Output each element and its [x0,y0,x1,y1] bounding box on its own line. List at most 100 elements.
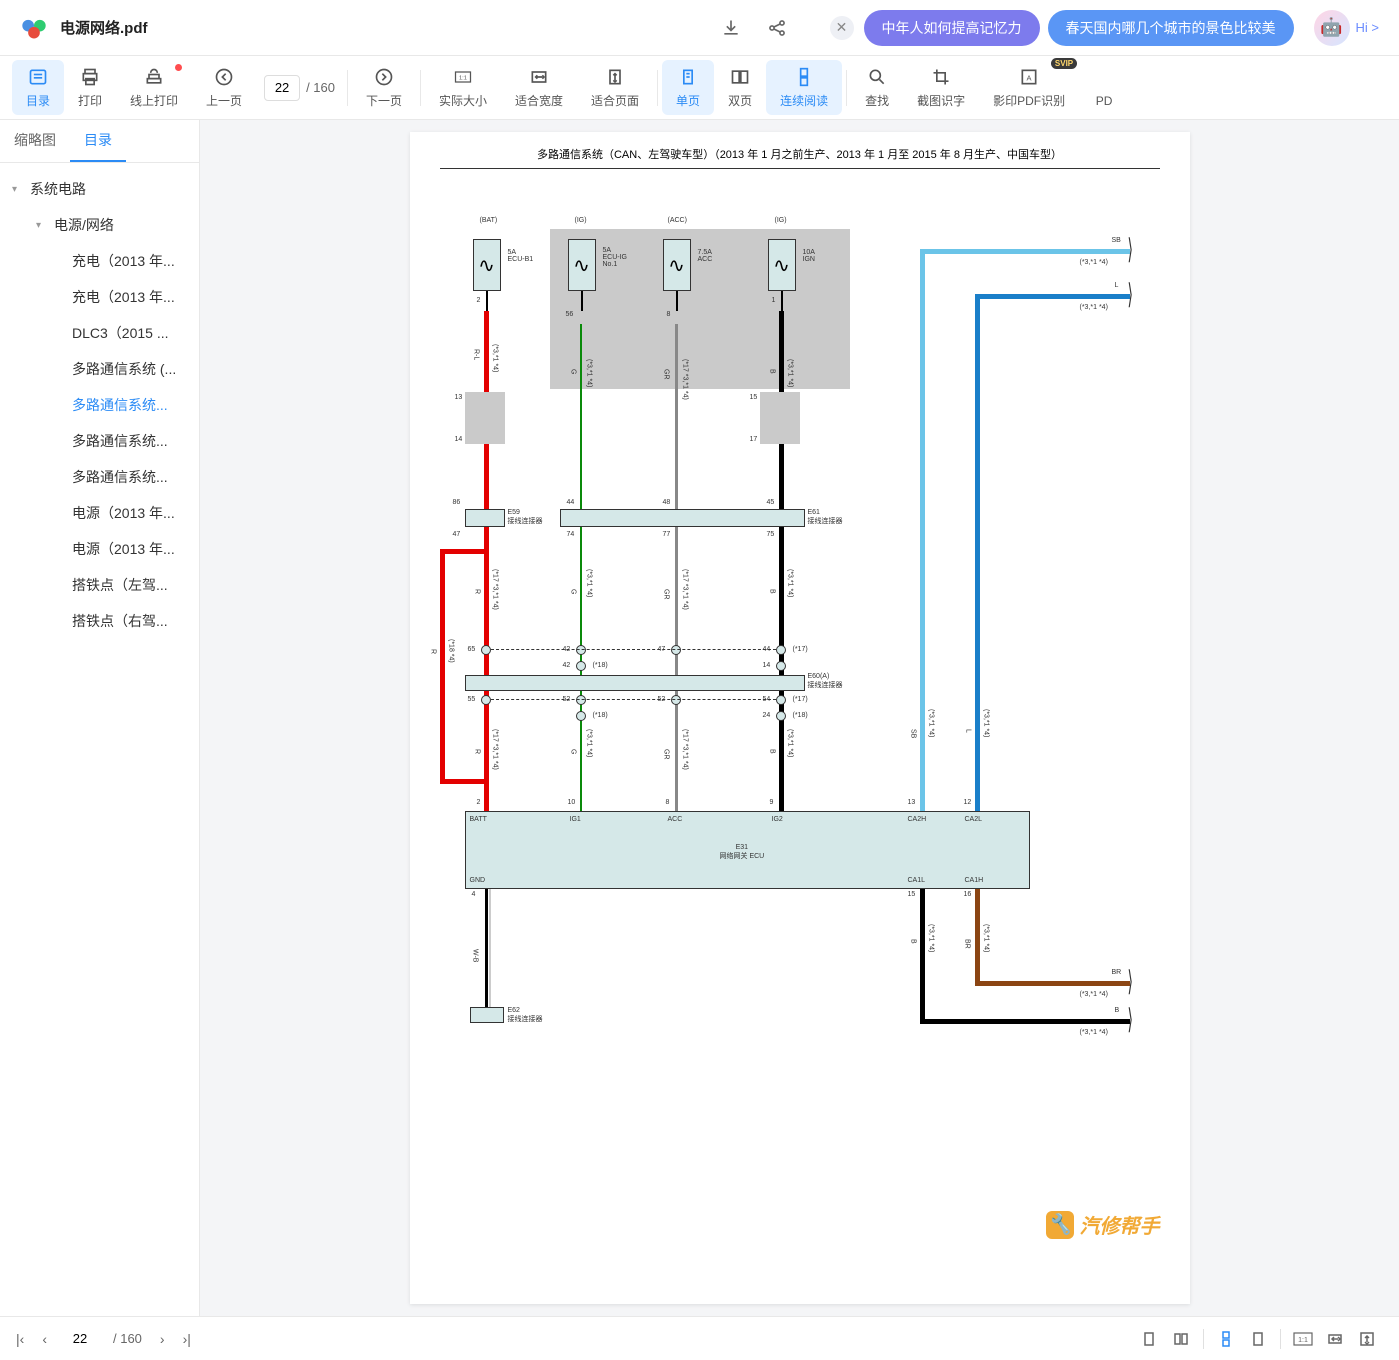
search-icon [866,66,888,88]
view-single-icon[interactable] [1135,1325,1163,1353]
pin-77: 77 [663,531,671,538]
crop-icon [930,66,952,88]
tool-print[interactable]: 打印 [64,60,116,115]
print-icon [79,66,101,88]
tree-item-6[interactable]: 多路通信系统... [0,387,199,423]
ad-pill-1[interactable]: 中年人如何提高记忆力 [864,10,1040,46]
tool-continuous[interactable]: 连续阅读 [766,60,842,115]
tool-ocr[interactable]: A 影印PDF识别SVIP [979,60,1079,115]
tree-item-5[interactable]: 多路通信系统 (... [0,351,199,387]
tool-label: PD [1096,94,1113,108]
tree-item-2[interactable]: 充电（2013 年... [0,243,199,279]
pin-14b: 14 [763,662,771,669]
svg-text:1:1: 1:1 [459,76,467,82]
ecu-pin-ig2: IG2 [772,816,783,823]
tree-item-1[interactable]: ▾电源/网络 [0,207,199,243]
tool-next[interactable]: 下一页 [352,60,416,115]
view-mode4-icon[interactable] [1244,1325,1272,1353]
tool-more[interactable]: PD [1079,62,1129,114]
tree-item-7[interactable]: 多路通信系统... [0,423,199,459]
sidebar-tab-0[interactable]: 缩略图 [0,120,70,162]
download-icon[interactable] [720,17,742,39]
tree-item-10[interactable]: 电源（2013 年... [0,531,199,567]
wire-black-1 [779,311,784,811]
first-page-button[interactable]: |‹ [16,1331,24,1347]
wire-ref-b3: (*3,*1 *4) [787,729,794,757]
pin-56: 56 [566,311,574,318]
wire-ref-gr2: (*17 *3,*1 *4) [682,569,689,610]
tree-item-4[interactable]: DLC3（2015 ... [0,315,199,351]
view-fit-icon[interactable] [1321,1325,1349,1353]
tool-label: 适合页面 [591,92,639,109]
cloud-print-icon [143,66,165,88]
footer-page-current[interactable]: 22 [65,1331,95,1346]
pin-86: 86 [453,499,461,506]
tool-prev[interactable]: 上一页 [192,60,256,115]
tool-fit-width[interactable]: 适合宽度 [501,60,577,115]
connector-br-out: ⟩ [1128,965,1133,999]
hi-badge[interactable]: Hi > [1356,20,1379,35]
prev-page-button[interactable]: ‹ [42,1331,47,1347]
pin-13: 13 [455,394,463,401]
wire-label-gr2: GR [663,589,670,600]
tool-cloud-print[interactable]: 线上打印 [116,60,192,115]
share-icon[interactable] [766,17,788,39]
view-continuous-icon[interactable] [1212,1325,1240,1353]
user-avatar[interactable]: 🤖 [1314,10,1350,46]
chevron-down-icon: ▾ [12,184,24,195]
tree-item-11[interactable]: 搭铁点（左驾... [0,567,199,603]
power-label-acc: (ACC) [668,217,687,224]
connector-e61 [560,509,805,527]
view-fit2-icon[interactable] [1353,1325,1381,1353]
wire-ref-1: (*3,*1 *4) [492,344,499,372]
next-page-button[interactable]: › [160,1331,165,1347]
label-e61: E61 接线连接器 [808,509,843,526]
app-logo [20,14,48,42]
tree-item-3[interactable]: 充电（2013 年... [0,279,199,315]
fuse-label-4: 10A IGN [803,249,815,263]
ecu-name: E31 网络网关 ECU [720,844,765,861]
tool-search[interactable]: 查找 [851,60,903,115]
tool-toc[interactable]: 目录 [12,60,64,115]
wire-label-b: B [769,369,776,374]
tool-single[interactable]: 单页 [662,60,714,115]
label-e60: E60(A) 接线连接器 [808,673,843,690]
ad-close-button[interactable]: ✕ [830,16,854,40]
ecu-pin-ca1l: CA1L [908,877,926,884]
pin-8b: 8 [666,799,670,806]
tree-item-9[interactable]: 电源（2013 年... [0,495,199,531]
fuse-box-acc: ∿ [663,239,691,291]
page-number-input[interactable] [264,75,300,101]
tree-item-0[interactable]: ▾系统电路 [0,171,199,207]
ad-pill-2[interactable]: 春天国内哪几个城市的景色比较美 [1048,10,1294,46]
footer-bar: |‹ ‹ 22 / 160 › ›| 1:1 [0,1316,1399,1360]
pin-4: 4 [472,891,476,898]
tool-fit-page[interactable]: 适合页面 [577,60,653,115]
fuse-box-ig2: ∿ [768,239,796,291]
svg-text:1:1: 1:1 [1298,1337,1308,1344]
pin-48: 48 [663,499,671,506]
last-page-button[interactable]: ›| [183,1331,191,1347]
wire-ref-4: (*3,*1 *4) [787,359,794,387]
connector-e60 [465,675,805,691]
tool-label: 下一页 [366,92,402,109]
pdf-viewer[interactable]: 多路通信系统（CAN、左驾驶车型）（2013 年 1 月之前生产、2013 年 … [200,120,1399,1316]
power-label-bat: (BAT) [480,217,498,224]
tool-crop[interactable]: 截图识字 [903,60,979,115]
wire-label-gr: GR [663,369,670,380]
view-1to1-icon[interactable]: 1:1 [1289,1325,1317,1353]
tree-item-12[interactable]: 搭铁点（右驾... [0,603,199,639]
tool-double[interactable]: 双页 [714,60,766,115]
tree-item-8[interactable]: 多路通信系统... [0,459,199,495]
sidebar-tab-1[interactable]: 目录 [70,120,126,162]
view-double-icon[interactable] [1167,1325,1195,1353]
tool-actual[interactable]: 1:1 实际大小 [425,60,501,115]
wire-ref-rloop: (*18 *4) [448,639,455,663]
ref-b-out: (*3,*1 *4) [1080,1029,1108,1036]
tree-item-label: 电源/网络 [54,215,114,235]
wire-ref-l-v: (*3,*1 *4) [983,709,990,737]
label-sb: SB [1112,237,1121,244]
wire-gnd [485,889,488,1007]
pin-24: 24 [763,712,771,719]
pin-42b: 42 [563,662,571,669]
